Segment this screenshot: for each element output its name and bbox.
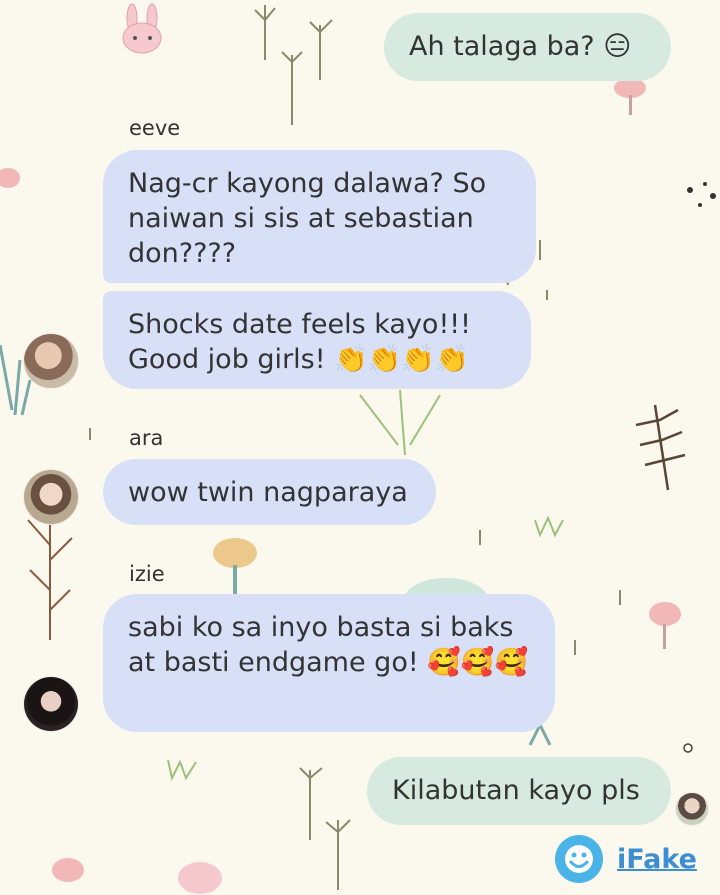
- watermark-label: iFake: [617, 843, 697, 875]
- message-bubble-incoming[interactable]: wow twin nagparaya: [103, 459, 436, 525]
- avatar[interactable]: [24, 677, 78, 731]
- message-bubble-incoming[interactable]: Shocks date feels kayo!!! Good job girls…: [103, 291, 531, 389]
- sender-name: ara: [129, 426, 164, 450]
- ifake-smiley-icon: [555, 835, 603, 883]
- message-bubble-outgoing[interactable]: Ah talaga ba? 😑: [384, 13, 671, 81]
- message-bubble-incoming[interactable]: Nag-cr kayong dalawa? So naiwan si sis a…: [103, 150, 536, 283]
- sender-name: eeve: [129, 116, 181, 140]
- sender-name: izie: [129, 562, 165, 586]
- bunny-doodle-icon: [122, 3, 162, 54]
- avatar[interactable]: [676, 793, 708, 825]
- avatar[interactable]: [24, 470, 78, 524]
- avatar[interactable]: [24, 334, 78, 388]
- message-bubble-incoming[interactable]: sabi ko sa inyo basta si baks at basti e…: [103, 594, 555, 732]
- ifake-watermark: iFake: [555, 835, 697, 883]
- message-bubble-outgoing[interactable]: Kilabutan kayo pls: [367, 757, 671, 825]
